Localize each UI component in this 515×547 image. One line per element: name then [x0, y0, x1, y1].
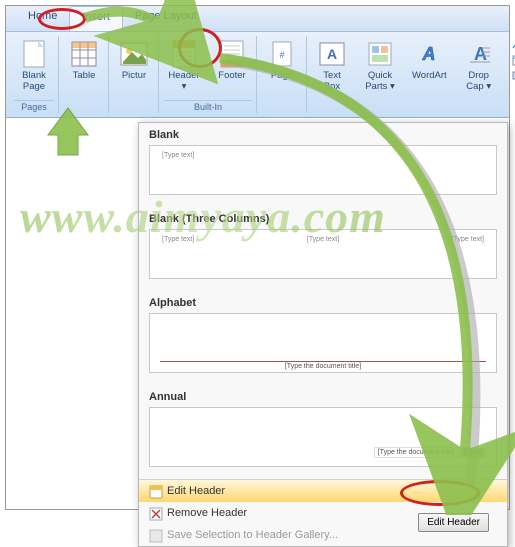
gallery-section-annual: Annual: [139, 385, 507, 407]
table-label: Table: [73, 70, 96, 81]
page-icon: #: [266, 38, 298, 70]
dropcap-label: DropCap ▾: [466, 70, 491, 92]
group-pages: BlankPage Pages: [10, 36, 59, 113]
datetime-button[interactable]: 5Date & Time: [509, 53, 515, 67]
tab-page-layout[interactable]: Page Layout: [123, 6, 209, 31]
quickparts-icon: [364, 38, 396, 70]
save-selection-icon: [149, 529, 161, 541]
gallery-item-alphabet[interactable]: [Type the document title]: [149, 313, 497, 373]
footer-button[interactable]: Footer: [212, 36, 252, 83]
picture-label: Pictur: [122, 70, 146, 81]
picture-button[interactable]: Pictur: [114, 36, 154, 83]
gallery-item-annual[interactable]: [Type the document title] [Year]: [149, 407, 497, 467]
gallery-section-blank: Blank: [139, 123, 507, 145]
remove-header-icon: [149, 507, 161, 519]
edit-header-command[interactable]: Edit Header: [139, 480, 507, 502]
page-label: Page: [271, 70, 293, 81]
group-header-footer: Header▾ Footer Built-In: [160, 36, 257, 113]
quickparts-label: QuickParts ▾: [365, 70, 395, 92]
textbox-label: TextBox: [323, 70, 340, 92]
edit-header-icon: [149, 485, 161, 497]
svg-text:A: A: [474, 44, 487, 64]
picture-icon: [118, 38, 150, 70]
svg-text:A: A: [422, 44, 436, 64]
gallery-item-blank3[interactable]: [Type text] [Type text] [Type text]: [149, 229, 497, 279]
gallery-section-alphabet: Alphabet: [139, 291, 507, 313]
blank-page-button[interactable]: BlankPage: [14, 36, 54, 94]
tab-home[interactable]: Home: [16, 6, 69, 31]
page-button[interactable]: # Page: [262, 36, 302, 83]
group-label-builtin: Built-In: [164, 100, 252, 113]
textbox-icon: A: [316, 38, 348, 70]
header-icon: [168, 38, 200, 70]
footer-label: Footer: [218, 70, 245, 81]
group-label-pages: Pages: [14, 100, 54, 113]
group-illustrations: Pictur: [110, 36, 159, 113]
ribbon: BlankPage Pages Table Pictur: [6, 32, 509, 118]
footer-icon: [216, 38, 248, 70]
tab-bar: Home Insert Page Layout: [6, 6, 509, 32]
dropcap-button[interactable]: A DropCap ▾: [459, 36, 499, 94]
header-label: Header▾: [168, 70, 199, 92]
svg-text:#: #: [279, 50, 284, 60]
wordart-label: WordArt: [412, 70, 447, 81]
signature-button[interactable]: Signature Line: [509, 38, 515, 52]
object-button[interactable]: Object ▾: [509, 68, 515, 82]
group-text: A TextBox QuickParts ▾ A WordArt A DropC…: [308, 36, 515, 113]
group-tables: Table: [60, 36, 109, 113]
wordart-icon: A: [413, 38, 445, 70]
edit-header-button[interactable]: Edit Header: [418, 513, 489, 532]
group-page: # Page: [258, 36, 307, 113]
blank-page-icon: [18, 38, 50, 70]
textbox-button[interactable]: A TextBox: [312, 36, 352, 94]
dropcap-icon: A: [463, 38, 495, 70]
gallery-section-blank3: Blank (Three Columns): [139, 207, 507, 229]
header-gallery-dropdown: Blank [Type text] Blank (Three Columns) …: [138, 122, 508, 547]
wordart-button[interactable]: A WordArt: [408, 36, 451, 83]
table-icon: [68, 38, 100, 70]
tab-insert[interactable]: Insert: [69, 6, 123, 31]
gallery-item-blank[interactable]: [Type text]: [149, 145, 497, 195]
svg-text:A: A: [327, 46, 337, 62]
blank-page-label: BlankPage: [22, 70, 46, 92]
header-button[interactable]: Header▾: [164, 36, 204, 94]
quickparts-button[interactable]: QuickParts ▾: [360, 36, 400, 94]
table-button[interactable]: Table: [64, 36, 104, 83]
